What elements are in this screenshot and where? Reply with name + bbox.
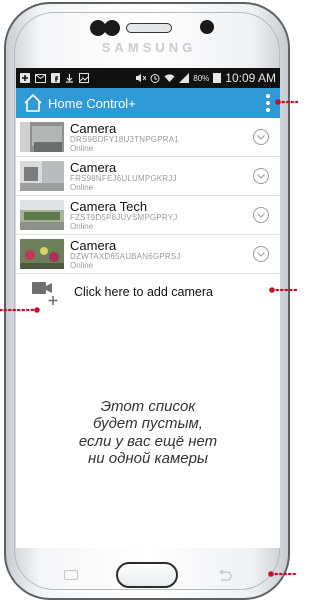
app-title: Home Control+: [48, 95, 136, 111]
camera-status: Online: [70, 182, 94, 192]
camera-name: Camera: [70, 120, 117, 136]
annotation-leader-back: [268, 571, 298, 577]
home-icon[interactable]: [22, 92, 44, 114]
camera-name: Camera: [70, 159, 117, 175]
sensor-icon: [104, 20, 120, 36]
phone-screen: 80% 10:09 AM Home Control+ Camera DRS9BD…: [16, 68, 280, 548]
mail-icon: [35, 73, 46, 83]
signal-icon: [179, 73, 190, 83]
camera-status: Online: [70, 143, 94, 153]
annotation-leader-add-camera: [0, 307, 40, 313]
facebook-icon: [51, 73, 60, 83]
add-camera-label: Click here to add camera: [74, 285, 213, 299]
camera-row[interactable]: Camera DRS9BDFY18U3TNPGPRA1 Online: [16, 118, 280, 157]
battery-icon: [213, 73, 222, 83]
front-camera-icon: [200, 20, 214, 34]
camera-list: Camera DRS9BDFY18U3TNPGPRA1 Online Camer…: [16, 118, 280, 310]
gallery-icon: [79, 73, 89, 83]
annotation-leader-row-button: [269, 287, 298, 293]
recent-apps-icon[interactable]: [64, 570, 78, 580]
camera-id: FZST9D5P8JUVSMPGPRYJ: [70, 212, 178, 222]
camera-row[interactable]: Camera FRS98NFEJ6ULUMPGKRJJ Online: [16, 157, 280, 196]
camera-name: Camera: [70, 237, 117, 253]
plus-notification-icon: [20, 73, 30, 83]
alarm-icon: [150, 74, 160, 83]
mute-icon: [136, 74, 147, 82]
notification-icons: [20, 73, 89, 83]
expand-chevron-icon[interactable]: [252, 167, 270, 185]
earpiece-speaker: [126, 23, 172, 33]
empty-list-note: Этот список будет пустым, если у вас ещё…: [16, 398, 280, 467]
home-button[interactable]: [116, 562, 178, 588]
download-icon: [66, 74, 73, 83]
annotation-leader-menu: [275, 99, 298, 105]
camera-name: Camera Tech: [70, 198, 148, 214]
camera-thumbnail: [20, 161, 64, 191]
device-brand: SAMSUNG: [101, 40, 197, 55]
camera-status: Online: [70, 260, 94, 270]
camera-status: Online: [70, 221, 94, 231]
note-line: ни одной камеры: [88, 449, 208, 467]
clock: 10:09 AM: [225, 71, 276, 85]
note-line: будет пустым,: [93, 415, 203, 433]
overflow-menu-icon[interactable]: [266, 94, 272, 112]
expand-chevron-icon[interactable]: [252, 245, 270, 263]
camera-row[interactable]: Camera Tech FZST9D5P8JUVSMPGPRYJ Online: [16, 196, 280, 235]
note-line: если у вас ещё нет: [78, 432, 218, 450]
system-icons: 80% 10:09 AM: [135, 71, 276, 85]
camera-thumbnail: [20, 200, 64, 230]
expand-chevron-icon[interactable]: [252, 128, 270, 146]
expand-chevron-icon[interactable]: [252, 206, 270, 224]
camera-thumbnail: [20, 239, 64, 269]
battery-percent: 80%: [193, 73, 210, 83]
camera-id: FRS98NFEJ6ULUMPGKRJJ: [70, 173, 177, 183]
add-camera-icon[interactable]: [30, 278, 60, 306]
camera-row[interactable]: Camera DZWTAXD65AUBAN6GPRSJ Online: [16, 235, 280, 274]
camera-id: DRS9BDFY18U3TNPGPRA1: [70, 134, 179, 144]
app-bar: Home Control+: [16, 88, 280, 118]
wifi-icon: [164, 74, 175, 82]
camera-thumbnail: [20, 122, 64, 152]
back-icon[interactable]: [216, 570, 232, 582]
note-line: Этот список: [100, 398, 196, 415]
hardware-nav-bar: [16, 550, 280, 596]
status-bar: 80% 10:09 AM: [16, 68, 280, 88]
add-camera-row[interactable]: Click here to add camera: [16, 274, 280, 310]
camera-id: DZWTAXD65AUBAN6GPRSJ: [70, 251, 181, 261]
